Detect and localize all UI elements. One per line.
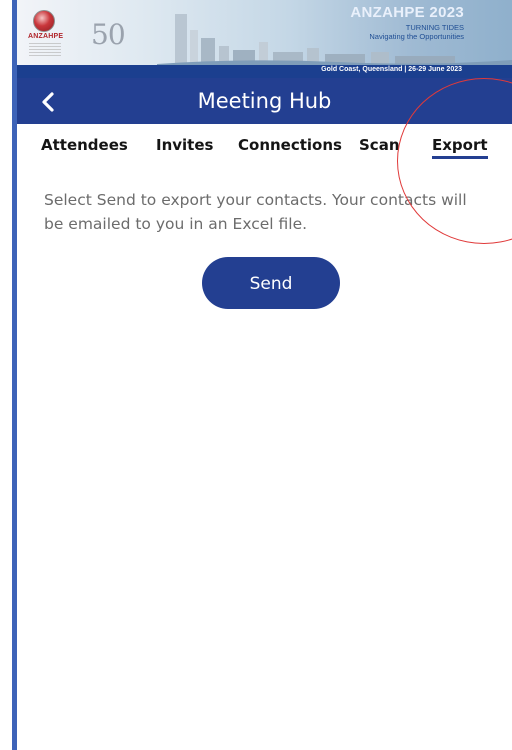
tab-connections[interactable]: Connections — [238, 136, 342, 154]
anzahpe-logo-globe-icon — [33, 10, 55, 32]
location-bar: Gold Coast, Queensland | 26-29 June 2023 — [17, 65, 512, 78]
export-instructions: Select Send to export your contacts. You… — [44, 191, 467, 233]
chevron-left-icon — [42, 92, 54, 112]
logo-fine-print — [29, 43, 61, 57]
page-title: Meeting Hub — [197, 89, 332, 113]
tab-invites[interactable]: Invites — [156, 136, 213, 154]
conference-tagline: TURNING TIDES — [405, 23, 464, 32]
conference-name: ANZAHPE 2023 — [350, 4, 464, 21]
send-button[interactable]: Send — [202, 257, 340, 309]
conference-banner: ANZAHPE 50 ANZAHPE 2023 TURNING TIDES Na… — [17, 0, 512, 78]
tab-export[interactable]: Export — [432, 136, 488, 159]
tab-attendees[interactable]: Attendees — [41, 136, 128, 154]
location-dates: Gold Coast, Queensland | 26-29 June 2023 — [321, 66, 462, 73]
tab-scan[interactable]: Scan — [359, 136, 400, 154]
logo-text: ANZAHPE — [28, 33, 64, 40]
tab-bar: Attendees Invites Connections Scan Expor… — [17, 124, 512, 164]
app-screen: ANZAHPE 50 ANZAHPE 2023 TURNING TIDES Na… — [17, 0, 512, 750]
back-button[interactable] — [35, 88, 65, 116]
anniversary-mark: 50 — [91, 18, 126, 51]
header-bar: Meeting Hub — [17, 78, 512, 124]
conference-subtagline: Navigating the Opportunities — [369, 32, 464, 41]
